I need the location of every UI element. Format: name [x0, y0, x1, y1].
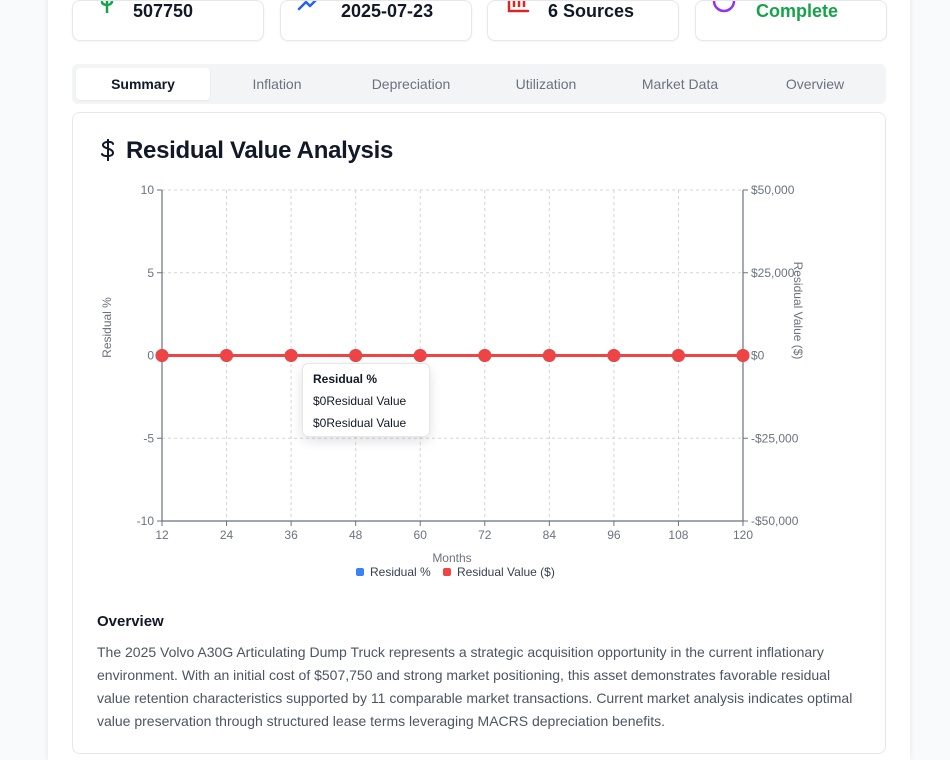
stat-card-cost: 507750 [72, 0, 264, 41]
stat-card-status: Complete [695, 0, 887, 41]
stat-value-cost: 507750 [133, 1, 194, 21]
stat-value-date: 2025-07-23 [341, 1, 434, 21]
dollar-icon [100, 1, 114, 13]
bar-chart-icon [507, 1, 530, 13]
stat-value-sources: 6 Sources [548, 1, 635, 21]
legend-item-residual-value[interactable]: Residual Value ($) [443, 565, 555, 579]
panel-title: Residual Value Analysis [126, 137, 394, 164]
stat-value-status: Complete [756, 1, 839, 21]
overview-text: The 2025 Volvo A30G Articulating Dump Tr… [97, 644, 853, 729]
overview-heading: Overview [97, 613, 164, 630]
tab-inflation[interactable]: Inflation [210, 68, 344, 100]
legend-swatch-blue [356, 568, 364, 576]
legend-label-residual-value: Residual Value ($) [457, 565, 555, 579]
tab-bar: Summary Inflation Depreciation Utilizati… [72, 64, 886, 104]
legend-item-residual-pct[interactable]: Residual % [356, 565, 431, 579]
tab-summary[interactable]: Summary [76, 68, 210, 100]
tooltip-title: Residual % [313, 372, 378, 386]
tab-utilization[interactable]: Utilization [479, 68, 613, 100]
residual-panel: Residual Value Analysis Overview The 202… [72, 112, 886, 754]
tooltip-line-1: $0Residual Value [313, 394, 407, 408]
tab-depreciation[interactable]: Depreciation [344, 68, 478, 100]
legend-label-residual-pct: Residual % [370, 565, 431, 579]
stat-card-date: 2025-07-23 [280, 0, 472, 41]
tab-overview[interactable]: Overview [748, 68, 882, 100]
tab-market-data[interactable]: Market Data [613, 68, 747, 100]
trending-up-icon [297, 1, 317, 11]
dollar-sign-icon [101, 139, 115, 161]
tooltip-line-2: $0Residual Value [313, 416, 407, 430]
chart-tooltip: Residual % $0Residual Value $0Residual V… [302, 363, 430, 437]
loader-icon [712, 1, 736, 13]
legend-swatch-red [443, 568, 451, 576]
stat-card-sources: 6 Sources [487, 0, 679, 41]
